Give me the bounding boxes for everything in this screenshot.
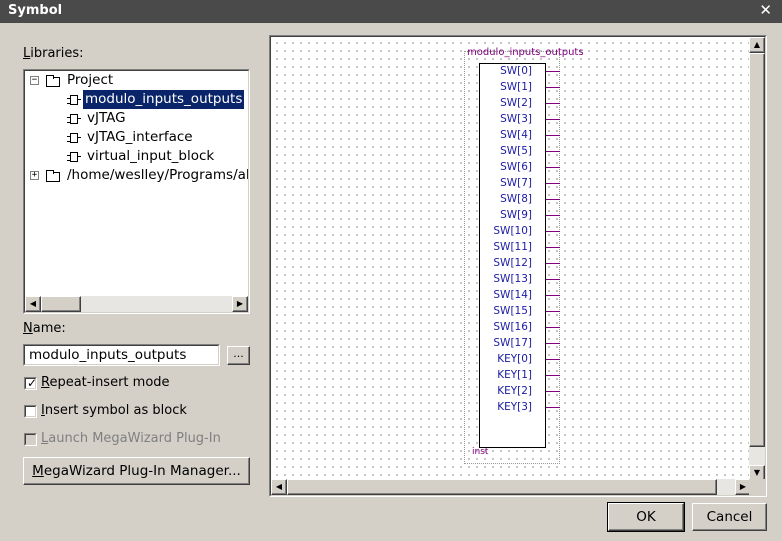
ok-button[interactable]: OK bbox=[607, 502, 685, 532]
cancel-button[interactable]: Cancel bbox=[692, 503, 767, 531]
libraries-label: Libraries: bbox=[23, 46, 84, 61]
scroll-right-icon[interactable]: ▶ bbox=[232, 296, 248, 312]
tree-item-modulo-inputs-outputs[interactable]: modulo_inputs_outputs bbox=[81, 89, 246, 110]
vertical-scroll-thumb[interactable] bbox=[749, 53, 765, 447]
name-input-frame bbox=[23, 344, 220, 366]
pin-line bbox=[546, 263, 560, 264]
pin-label: SW[4] bbox=[500, 129, 532, 141]
pin-line bbox=[546, 375, 560, 376]
window-title: Symbol bbox=[8, 3, 63, 18]
pin-label: KEY[0] bbox=[497, 353, 532, 365]
pin-line bbox=[546, 199, 560, 200]
tree-horizontal-scrollbar[interactable]: ◀ ▶ bbox=[25, 296, 248, 312]
title-bar: Symbol ✕ bbox=[0, 0, 782, 23]
pin-label: KEY[2] bbox=[497, 385, 532, 397]
scroll-left-icon[interactable]: ◀ bbox=[271, 479, 287, 495]
scroll-corner bbox=[749, 479, 765, 495]
megawizard-manager-button[interactable]: MegaWizard Plug-In Manager... bbox=[23, 457, 250, 485]
pin-label: SW[10] bbox=[493, 225, 532, 237]
scroll-up-icon[interactable]: ▲ bbox=[749, 37, 765, 53]
pin-line bbox=[546, 247, 560, 248]
pin-line bbox=[546, 359, 560, 360]
pin-label: KEY[1] bbox=[497, 369, 532, 381]
pin-line bbox=[546, 71, 560, 72]
checkmark-icon: ✓ bbox=[27, 379, 35, 388]
symbol-name: modulo_inputs_outputs bbox=[467, 47, 584, 58]
collapse-project-icon[interactable]: − bbox=[30, 76, 39, 85]
repeat-insert-label[interactable]: Repeat-insert mode bbox=[41, 375, 170, 390]
scroll-thumb[interactable] bbox=[41, 296, 81, 312]
pin-line bbox=[546, 135, 560, 136]
insert-as-block-checkbox[interactable] bbox=[24, 405, 37, 418]
pin-line bbox=[546, 295, 560, 296]
pin-label: SW[15] bbox=[493, 305, 532, 317]
close-icon[interactable]: ✕ bbox=[759, 1, 772, 19]
tree-item-project[interactable]: Project bbox=[67, 71, 113, 90]
symbol-chip-icon bbox=[67, 95, 81, 105]
pin-label: SW[16] bbox=[493, 321, 532, 333]
pin-label: SW[14] bbox=[493, 289, 532, 301]
pin-label: SW[5] bbox=[500, 145, 532, 157]
pin-label: SW[17] bbox=[493, 337, 532, 349]
pin-label: SW[1] bbox=[500, 81, 532, 93]
name-label: Name: bbox=[23, 321, 66, 336]
expand-home-icon[interactable]: + bbox=[30, 171, 39, 180]
pin-line bbox=[546, 215, 560, 216]
symbol-preview-canvas: modulo_inputs_outputs inst SW[0] SW[1] SW[… bbox=[269, 35, 767, 497]
pin-line bbox=[546, 407, 560, 408]
symbol-chip-icon bbox=[67, 114, 81, 124]
symbol-instance-label: inst bbox=[472, 447, 489, 457]
pin-label: SW[2] bbox=[500, 97, 532, 109]
pin-label: SW[3] bbox=[500, 113, 532, 125]
folder-open-icon bbox=[46, 75, 60, 87]
pin-label: SW[7] bbox=[500, 177, 532, 189]
tree-item-vjtag-interface[interactable]: vJTAG_interface bbox=[87, 128, 193, 147]
insert-as-block-label[interactable]: Insert symbol as block bbox=[41, 403, 187, 418]
pin-line bbox=[546, 119, 560, 120]
tree-item-vjtag[interactable]: vJTAG bbox=[87, 109, 126, 128]
launch-megawizard-label: Launch MegaWizard Plug-In bbox=[41, 431, 221, 446]
pin-line bbox=[546, 151, 560, 152]
pin-label: SW[12] bbox=[493, 257, 532, 269]
pin-label: SW[13] bbox=[493, 273, 532, 285]
libraries-tree[interactable]: − Project modulo_inputs_outputs vJTAG vJ… bbox=[23, 69, 250, 314]
name-input[interactable] bbox=[25, 346, 218, 364]
symbol-chip-icon bbox=[67, 133, 81, 143]
pin-line bbox=[546, 103, 560, 104]
pin-line bbox=[546, 183, 560, 184]
pin-label: KEY[3] bbox=[497, 401, 532, 413]
pin-label: SW[6] bbox=[500, 161, 532, 173]
launch-megawizard-checkbox bbox=[24, 433, 37, 446]
horizontal-scroll-thumb[interactable] bbox=[287, 479, 717, 495]
tree-item-virtual-input-block[interactable]: virtual_input_block bbox=[87, 147, 214, 166]
symbol-chip-icon bbox=[67, 152, 81, 162]
pin-line bbox=[546, 279, 560, 280]
pin-line bbox=[546, 327, 560, 328]
pin-line bbox=[546, 311, 560, 312]
repeat-insert-checkbox[interactable]: ✓ bbox=[24, 377, 37, 390]
folder-icon bbox=[46, 170, 60, 182]
pin-line bbox=[546, 343, 560, 344]
scroll-left-icon[interactable]: ◀ bbox=[25, 296, 41, 312]
pin-label: SW[8] bbox=[500, 193, 532, 205]
pin-line bbox=[546, 167, 560, 168]
tree-item-home-library[interactable]: /home/weslley/Programs/al bbox=[67, 166, 248, 185]
pin-line bbox=[546, 87, 560, 88]
preview-vertical-scrollbar[interactable]: ▲ ▼ bbox=[749, 37, 765, 481]
browse-button[interactable]: ... bbox=[227, 346, 250, 365]
pin-line bbox=[546, 391, 560, 392]
symbol-dialog: Libraries: − Project modulo_inputs_outpu… bbox=[0, 23, 782, 541]
pin-label: SW[0] bbox=[500, 65, 532, 77]
pin-line bbox=[546, 231, 560, 232]
pin-label: SW[11] bbox=[493, 241, 532, 253]
preview-horizontal-scrollbar[interactable]: ◀ ▶ bbox=[271, 479, 751, 495]
pin-label: SW[9] bbox=[500, 209, 532, 221]
